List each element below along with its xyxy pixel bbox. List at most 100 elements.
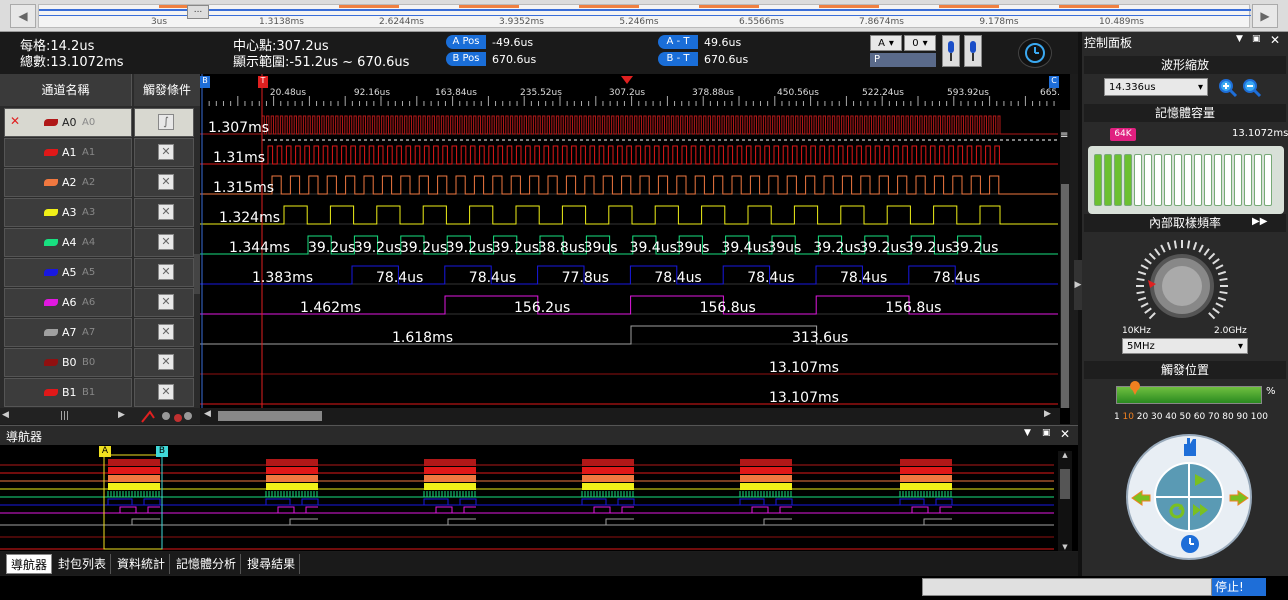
scroll-right-button[interactable]: ▶ xyxy=(1252,4,1278,28)
memory-bar[interactable] xyxy=(1204,154,1212,206)
remove-channel-icon[interactable]: ✕ xyxy=(10,114,20,128)
trigger-condition-icon[interactable]: ✕ xyxy=(158,294,174,310)
probe-color-icon xyxy=(44,329,58,336)
tab[interactable]: 記憶體分析 xyxy=(172,554,242,574)
memory-bar[interactable] xyxy=(1254,154,1262,206)
trigger-condition-icon[interactable]: ✕ xyxy=(158,264,174,280)
right-arrow-icon[interactable] xyxy=(1228,490,1250,506)
channel-select-0[interactable]: 0 ▾ xyxy=(904,35,936,51)
memory-bar[interactable] xyxy=(1154,154,1162,206)
memory-bar[interactable] xyxy=(1234,154,1242,206)
waveform-vscroll[interactable]: ≡ xyxy=(1060,110,1070,408)
tab[interactable]: 封包列表 xyxy=(54,554,112,574)
probe-icons[interactable] xyxy=(140,408,196,424)
wave-scroll-right[interactable]: ▶ xyxy=(1044,409,1051,419)
memory-bar[interactable] xyxy=(1264,154,1272,206)
zoom-out-icon[interactable] xyxy=(1242,78,1262,98)
channel-row[interactable]: A5 A5 ✕ xyxy=(0,258,200,287)
clock-icon[interactable] xyxy=(1180,534,1200,554)
waveform-hscroll[interactable]: ◀ ▶ xyxy=(200,408,1060,424)
trigger-condition-icon[interactable]: ✕ xyxy=(158,324,174,340)
channel-row[interactable]: B0 B0 ✕ xyxy=(0,348,200,377)
memory-bar[interactable] xyxy=(1144,154,1152,206)
wave-scroll-left[interactable]: ◀ xyxy=(204,409,211,419)
playback-controller[interactable] xyxy=(1124,432,1254,562)
memory-badge[interactable]: 64K xyxy=(1110,128,1136,141)
navigator-pin-icon[interactable]: ▣ xyxy=(1042,428,1051,438)
repeat-icon[interactable] xyxy=(1168,502,1186,520)
memory-bar[interactable] xyxy=(1114,154,1122,206)
trigger-condition-icon[interactable]: ∫ xyxy=(158,114,174,130)
nav-marker-b[interactable]: B xyxy=(156,446,168,457)
fast-forward-icon[interactable] xyxy=(1192,502,1210,518)
zoom-in-icon[interactable] xyxy=(1218,78,1238,98)
nav-marker-a[interactable]: A xyxy=(99,446,111,457)
memory-bar[interactable] xyxy=(1104,154,1112,206)
tab[interactable]: 資料統計 xyxy=(113,554,171,574)
memory-bar[interactable] xyxy=(1214,154,1222,206)
trigger-condition-icon[interactable]: ✕ xyxy=(158,174,174,190)
memory-bar[interactable] xyxy=(1194,154,1202,206)
memory-bar[interactable] xyxy=(1184,154,1192,206)
control-dropdown-icon[interactable]: ▼ xyxy=(1236,34,1243,44)
tab[interactable]: 搜尋結果 xyxy=(243,554,301,574)
trigger-scale-tick: 100 xyxy=(1250,412,1268,422)
overview-tick: 3us xyxy=(150,17,168,27)
timer-icon[interactable] xyxy=(1018,38,1052,68)
trigger-condition-icon[interactable]: ✕ xyxy=(158,204,174,220)
channel-row[interactable]: A2 A2 ✕ xyxy=(0,168,200,197)
trigger-condition-icon[interactable]: ✕ xyxy=(158,384,174,400)
channel-row[interactable]: A4 A4 ✕ xyxy=(0,228,200,257)
control-pin-icon[interactable]: ▣ xyxy=(1252,34,1261,44)
pattern-input[interactable]: P xyxy=(870,53,936,67)
navigator-close-icon[interactable]: ✕ xyxy=(1060,427,1070,441)
chan-scroll-thumb[interactable]: ||| xyxy=(60,411,72,421)
tab[interactable]: 導航器 xyxy=(6,554,53,574)
navigator-dropdown-icon[interactable]: ▼ xyxy=(1024,428,1031,438)
zoom-select[interactable]: 14.336us ▾ xyxy=(1104,78,1208,96)
memory-bar[interactable] xyxy=(1094,154,1102,206)
navigator-panel[interactable]: A B ▲ ▼ xyxy=(0,445,1078,551)
wave-scroll-thumb[interactable] xyxy=(218,411,322,421)
channel-row[interactable]: A7 A7 ✕ xyxy=(0,318,200,347)
trigger-header: 觸發條件 xyxy=(134,74,200,106)
channel-row[interactable]: B1 B1 ✕ xyxy=(0,378,200,407)
trigger-condition-icon[interactable]: ✕ xyxy=(158,354,174,370)
trigger-condition-icon[interactable]: ✕ xyxy=(158,234,174,250)
memory-bar[interactable] xyxy=(1174,154,1182,206)
memory-bar[interactable] xyxy=(1244,154,1252,206)
rate-knob[interactable] xyxy=(1132,236,1232,336)
nav-vscroll[interactable]: ▲ ▼ xyxy=(1058,451,1072,551)
wave-menu-icon[interactable]: ≡ xyxy=(1060,130,1068,141)
rate-expand-icon[interactable]: ▶▶ xyxy=(1252,216,1267,227)
memory-bar[interactable] xyxy=(1134,154,1142,206)
chan-scroll-right[interactable]: ▶ xyxy=(118,410,130,422)
memory-bar[interactable] xyxy=(1164,154,1172,206)
probe-b-icon[interactable] xyxy=(964,35,982,67)
control-close-icon[interactable]: ✕ xyxy=(1270,33,1280,47)
side-collapse-handle[interactable]: ▶ xyxy=(1074,260,1082,310)
memory-bar[interactable] xyxy=(1124,154,1132,206)
waveform-area[interactable]: 20.48us 92.16us 163.84us 235.52us 307.2us 378… xyxy=(200,74,1070,424)
chan-scroll-left[interactable]: ◀ xyxy=(2,410,14,422)
overview-track[interactable]: ... 3us 1.3138ms 2.6244ms 3.9352ms 5.246ms 6.… xyxy=(38,4,1251,28)
memory-bar[interactable] xyxy=(1224,154,1232,206)
trigger-condition-icon[interactable]: ✕ xyxy=(158,144,174,160)
memory-bars[interactable] xyxy=(1088,146,1284,214)
channel-row[interactable]: A3 A3 ✕ xyxy=(0,198,200,227)
probe-a-icon[interactable] xyxy=(942,35,960,67)
overview-tick: 6.5566ms xyxy=(739,17,784,27)
play-icon[interactable] xyxy=(1192,472,1208,488)
trigger-pos-thumb[interactable] xyxy=(1129,381,1141,395)
channel-select-a[interactable]: A ▾ xyxy=(870,35,902,51)
trigger-pos-slider[interactable] xyxy=(1116,381,1262,404)
channel-row[interactable]: A1 A1 ✕ xyxy=(0,138,200,167)
channel-row[interactable]: A6 A6 ✕ xyxy=(0,288,200,317)
hand-icon[interactable] xyxy=(1180,436,1200,458)
channel-row[interactable]: ✕ A0 A0 ∫ xyxy=(0,108,200,137)
scroll-left-button[interactable]: ◀ xyxy=(10,4,36,28)
left-arrow-icon[interactable] xyxy=(1130,490,1152,506)
channel-label: A7 xyxy=(62,326,77,339)
rate-select[interactable]: 5MHz ▾ xyxy=(1122,338,1248,354)
channel-scrollbar[interactable]: ◀ ||| ▶ xyxy=(0,408,200,424)
